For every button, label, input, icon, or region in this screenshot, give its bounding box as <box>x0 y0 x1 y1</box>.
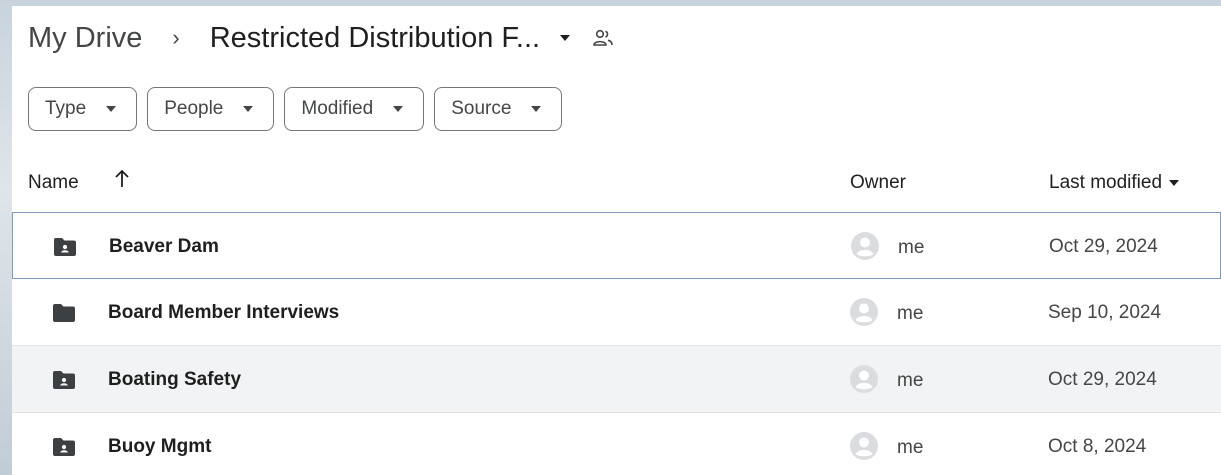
owner-name: me <box>897 303 924 324</box>
last-modified-date: Oct 8, 2024 <box>1048 436 1147 457</box>
folder-icon <box>52 303 76 328</box>
filter-label: Type <box>45 98 87 119</box>
folder-menu-caret-icon[interactable] <box>560 35 571 41</box>
filter-label: People <box>164 98 224 119</box>
column-owner-header: Owner <box>850 172 906 193</box>
table-row[interactable]: Buoy Mgmt me Oct 8, 2024 <box>12 413 1221 475</box>
table-row[interactable]: Boating Safety me Oct 29, 2024 <box>12 346 1221 413</box>
last-modified-date: Oct 29, 2024 <box>1048 369 1157 390</box>
person-avatar-icon <box>849 431 879 466</box>
table-header: Name Owner Last modified <box>12 154 1221 210</box>
last-modified-date: Oct 29, 2024 <box>1049 236 1158 257</box>
column-label: Last modified <box>1049 172 1163 193</box>
file-name: Beaver Dam <box>109 236 219 257</box>
chevron-down-icon <box>531 106 542 112</box>
shared-folder-icon <box>52 370 76 395</box>
breadcrumb-my-drive[interactable]: My Drive <box>28 22 142 55</box>
filter-source[interactable]: Source <box>434 87 563 131</box>
filter-chips: Type People Modified Source <box>28 87 563 131</box>
owner-name: me <box>897 370 924 391</box>
breadcrumb-separator: › <box>172 25 180 50</box>
arrow-up-icon[interactable] <box>114 169 130 195</box>
chevron-down-icon <box>393 106 404 112</box>
shared-people-icon[interactable] <box>592 29 614 47</box>
shared-folder-icon <box>52 437 76 462</box>
column-name-header[interactable]: Name <box>28 172 79 194</box>
chevron-down-icon <box>243 106 254 112</box>
chevron-down-icon <box>106 106 117 112</box>
table-row[interactable]: Board Member Interviews me Sep 10, 2024 <box>12 279 1221 346</box>
person-avatar-icon <box>849 364 879 399</box>
filter-label: Modified <box>301 98 374 119</box>
owner-name: me <box>897 437 924 458</box>
drive-file-panel: My Drive › Restricted Distribution F... … <box>12 6 1221 475</box>
filter-type[interactable]: Type <box>28 87 138 131</box>
shared-folder-icon <box>53 237 77 262</box>
column-last-modified-header[interactable]: Last modified <box>1049 172 1180 194</box>
file-name: Board Member Interviews <box>108 302 340 323</box>
person-avatar-icon <box>850 231 880 266</box>
file-name: Boating Safety <box>108 369 242 390</box>
chevron-down-icon <box>1169 180 1180 186</box>
person-avatar-icon <box>849 297 879 332</box>
file-list: Beaver Dam me Oct 29, 2024 Board Member … <box>12 212 1221 475</box>
breadcrumb: My Drive › Restricted Distribution F... <box>12 6 1221 70</box>
breadcrumb-current-folder[interactable]: Restricted Distribution F... <box>209 21 571 55</box>
filter-modified[interactable]: Modified <box>284 87 425 131</box>
file-name: Buoy Mgmt <box>108 436 212 457</box>
filter-label: Source <box>451 98 512 119</box>
owner-name: me <box>898 237 925 258</box>
table-row[interactable]: Beaver Dam me Oct 29, 2024 <box>12 212 1221 279</box>
filter-people[interactable]: People <box>147 87 275 131</box>
current-folder-title: Restricted Distribution F... <box>209 21 541 54</box>
last-modified-date: Sep 10, 2024 <box>1048 302 1162 323</box>
